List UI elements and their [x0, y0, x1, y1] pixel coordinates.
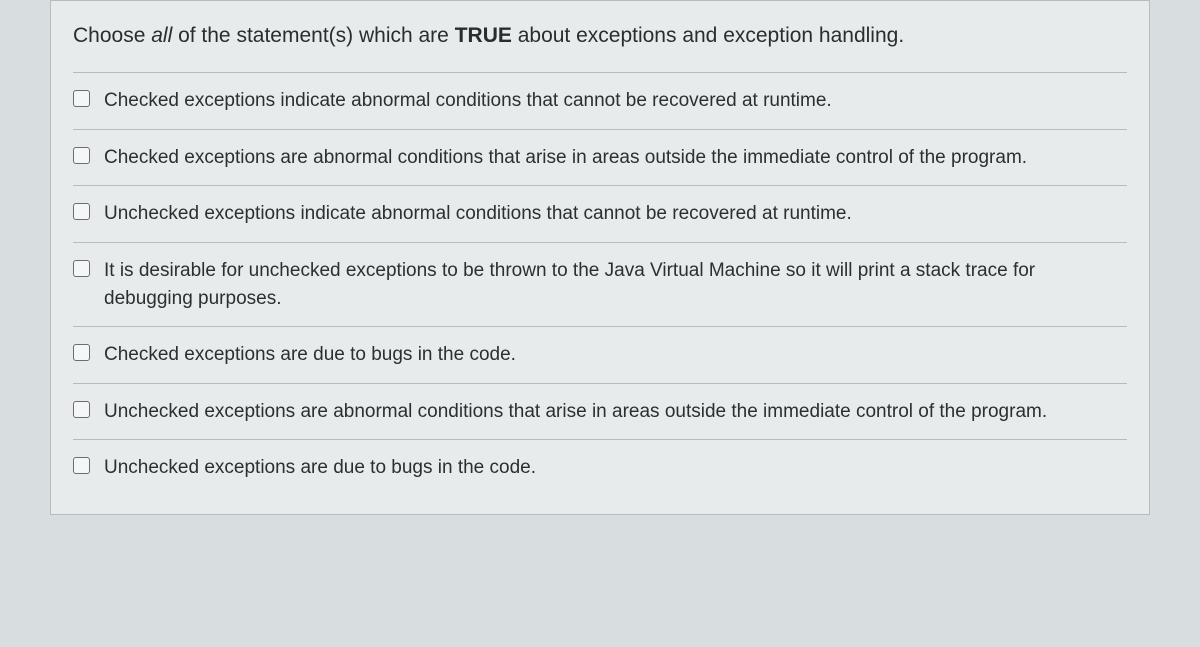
option-text: Checked exceptions are abnormal conditio…: [104, 144, 1027, 172]
option-text: Checked exceptions are due to bugs in th…: [104, 341, 516, 369]
option-checkbox-1[interactable]: [73, 147, 90, 164]
question-container: Choose all of the statement(s) which are…: [50, 0, 1150, 515]
option-checkbox-6[interactable]: [73, 457, 90, 474]
option-checkbox-2[interactable]: [73, 203, 90, 220]
option-checkbox-0[interactable]: [73, 90, 90, 107]
option-checkbox-5[interactable]: [73, 401, 90, 418]
option-row: Unchecked exceptions are abnormal condit…: [73, 383, 1127, 440]
option-text: Unchecked exceptions indicate abnormal c…: [104, 200, 852, 228]
prompt-text-true: TRUE: [455, 24, 512, 47]
option-text: Unchecked exceptions are abnormal condit…: [104, 398, 1047, 426]
option-row: Unchecked exceptions indicate abnormal c…: [73, 185, 1127, 242]
option-checkbox-3[interactable]: [73, 260, 90, 277]
option-checkbox-4[interactable]: [73, 344, 90, 361]
option-row: Checked exceptions are due to bugs in th…: [73, 326, 1127, 383]
question-prompt: Choose all of the statement(s) which are…: [73, 21, 1127, 50]
prompt-text-mid: of the statement(s) which are: [172, 24, 454, 47]
option-text: Checked exceptions indicate abnormal con…: [104, 87, 832, 115]
option-text: It is desirable for unchecked exceptions…: [104, 257, 1127, 312]
option-text: Unchecked exceptions are due to bugs in …: [104, 454, 536, 482]
option-row: Checked exceptions are abnormal conditio…: [73, 129, 1127, 186]
option-row: Checked exceptions indicate abnormal con…: [73, 72, 1127, 129]
option-row: It is desirable for unchecked exceptions…: [73, 242, 1127, 326]
prompt-text-all: all: [151, 24, 172, 47]
prompt-text-pre: Choose: [73, 24, 151, 47]
option-row: Unchecked exceptions are due to bugs in …: [73, 439, 1127, 496]
prompt-text-post: about exceptions and exception handling.: [512, 24, 904, 47]
